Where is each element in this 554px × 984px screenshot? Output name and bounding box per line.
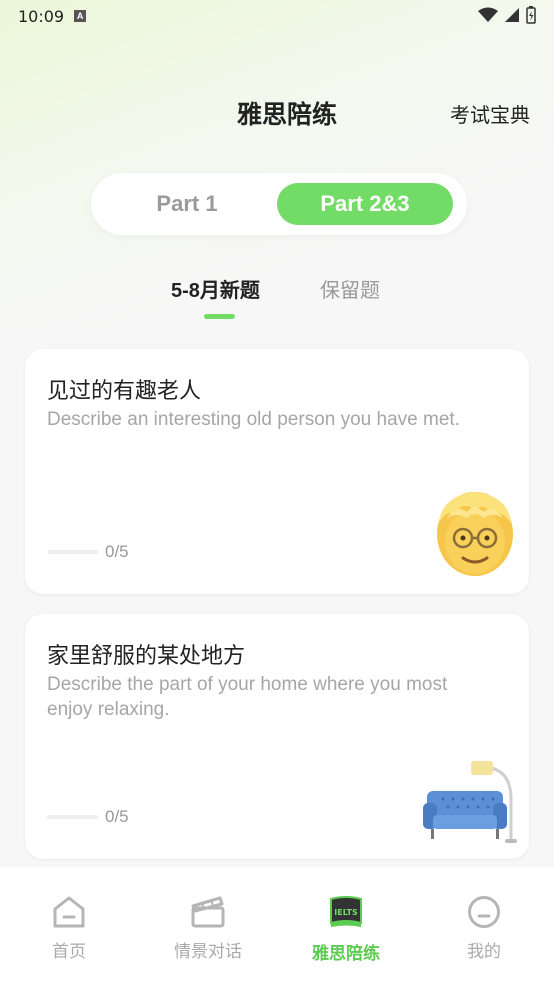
segment-part1[interactable]: Part 1 [101,183,273,225]
notification-a-icon: A [74,10,87,22]
segment-part23[interactable]: Part 2&3 [277,183,453,225]
topic-card-title: 家里舒服的某处地方 [47,643,246,668]
tab-home[interactable]: 首页 [19,895,119,962]
topic-progress-bar [47,815,98,819]
subtab-new-questions[interactable]: 5-8月新题 [171,274,260,303]
topic-card[interactable]: 家里舒服的某处地方 Describe the part of your home… [25,614,529,859]
tab-ielts-practice-label: 雅思陪练 [312,944,380,963]
tab-ielts-practice[interactable]: IELTS 雅思陪练 [296,895,396,964]
subtab-retained-questions[interactable]: 保留题 [320,274,380,303]
tab-scenario-dialogue[interactable]: 情景对话 [158,895,258,962]
topic-card-title: 见过的有趣老人 [47,378,202,403]
tab-scenario-dialogue-label: 情景对话 [174,942,242,961]
topic-card[interactable]: 见过的有趣老人 Describe an interesting old pers… [25,349,529,594]
topic-progress-count: 0/5 [105,542,129,561]
ielts-book-icon: IELTS [330,896,362,927]
exam-guide-link[interactable]: 考试宝典 [450,99,530,128]
question-subtabs: 5-8月新题 保留题 [0,274,554,324]
tab-profile[interactable]: 我的 [434,895,534,962]
topic-card-description: Describe an interesting old person you h… [47,409,460,430]
status-icons [478,6,536,24]
signal-icon [505,8,519,22]
home-icon [53,896,85,928]
subtab-indicator [204,314,235,319]
sofa-lamp-icon [423,761,517,843]
tab-home-label: 首页 [52,942,86,961]
battery-icon [526,6,536,24]
bottom-tab-bar: 首页 情景对话 IELTS 雅思陪练 我的 [0,867,554,984]
old-man-emoji-icon [437,492,513,576]
status-bar: 10:09 A [0,0,554,32]
topic-progress-bar [47,550,98,554]
status-time: 10:09 [18,6,65,26]
profile-face-icon [468,896,500,928]
clapperboard-icon [191,896,225,928]
topic-card-description: Describe the part of your home where you… [47,674,448,720]
tab-profile-label: 我的 [467,942,501,961]
wifi-icon [478,7,498,22]
svg-text:IELTS: IELTS [334,908,358,917]
topic-progress-count: 0/5 [105,807,129,826]
part-segmented-control: Part 1 Part 2&3 [91,173,467,235]
